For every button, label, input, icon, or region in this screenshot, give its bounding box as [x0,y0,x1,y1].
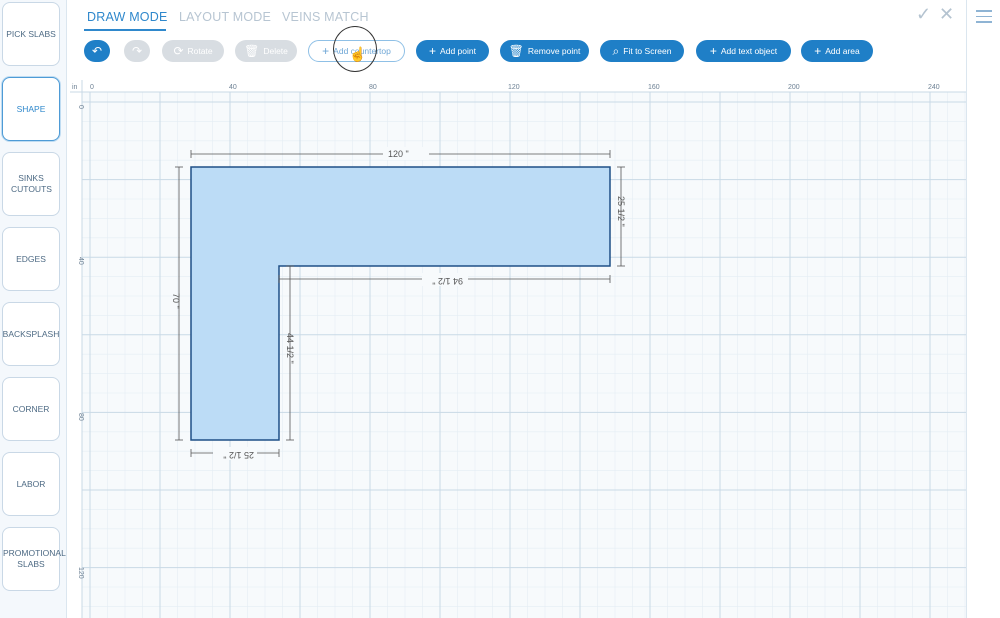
sidebar-item-label: BACKSPLASH [2,328,60,339]
sidebar-item-label: EDGES [16,253,46,264]
redo-icon: ↷ [131,44,143,58]
redo-button[interactable]: ↷ [124,40,150,62]
rotate-button[interactable]: ⟳ Rotate [162,40,224,62]
hand-cursor-icon: ☝ [349,46,367,62]
menu-icon[interactable] [976,10,992,23]
trash-icon: 🗑 [244,44,260,58]
active-tab-indicator [84,29,166,31]
remove-point-button[interactable]: 🗑 Remove point [500,40,589,62]
dimension-inner-horizontal[interactable]: 94 1/2 " [432,276,463,286]
dimension-top[interactable]: 120 " [388,149,409,159]
tab-layout-mode[interactable]: LAYOUT MODE [179,10,271,24]
sidebar-item-label: PROMOTIONAL SLABS [3,548,66,569]
ruler-y-label: 0 [77,105,84,109]
close-icon[interactable]: ✕ [939,4,954,25]
sidebar-item-shape[interactable]: SHAPE [2,77,60,141]
undo-button[interactable]: ↶ [84,40,110,62]
ruler-unit: in [72,84,78,91]
tab-draw-mode[interactable]: DRAW MODE [87,10,168,24]
plus-icon: + [814,44,822,58]
check-icon[interactable]: ✓ [916,4,931,25]
ruler-x-label: 240 [928,84,940,91]
ruler-y-label: 120 [77,567,84,579]
ruler-x-label: 80 [369,84,377,91]
add-text-object-label: Add text object [720,46,778,56]
sidebar-item-label: PICK SLABS [6,28,56,39]
add-point-label: Add point [440,46,476,56]
dimension-bottom[interactable]: 25 1/2 " [223,450,254,460]
ruler-x-label: 40 [229,84,237,91]
sidebar-item-backsplash[interactable]: BACKSPLASH [2,302,60,366]
left-ruler [70,80,82,618]
sidebar-item-edges[interactable]: EDGES [2,227,60,291]
trash-icon: 🗑 [508,44,524,58]
plus-icon: + [709,44,717,58]
sidebar-item-label: CORNER [12,403,50,414]
fit-to-screen-label: Fit to Screen [623,46,672,56]
sidebar-item-sinks-cutouts[interactable]: SINKS CUTOUTS [2,152,60,216]
remove-point-label: Remove point [527,46,581,56]
ruler-x-label: 0 [90,84,94,91]
dimension-inner-vertical[interactable]: 44 1/2 " [285,333,295,364]
delete-button[interactable]: 🗑 Delete [235,40,297,62]
sidebar-item-labor[interactable]: LABOR [2,452,60,516]
sidebar-item-pick-slabs[interactable]: PICK SLABS [2,2,60,66]
rotate-label: Rotate [187,46,213,56]
add-area-label: Add area [825,46,860,56]
delete-label: Delete [263,46,288,56]
ruler-y-label: 80 [77,413,84,421]
rotate-icon: ⟳ [173,44,184,58]
add-area-button[interactable]: + Add area [801,40,873,62]
add-text-object-button[interactable]: + Add text object [696,40,791,62]
search-icon: ⌕ [612,44,620,58]
left-sidebar: PICK SLABS SHAPE SINKS CUTOUTS EDGES BAC… [0,0,67,618]
sidebar-item-label: SHAPE [16,103,46,114]
right-panel [966,0,1000,618]
sidebar-item-label: SINKS CUTOUTS [11,173,52,194]
canvas-svg[interactable]: in 0 40 80 120 160 200 240 0 40 80 120 1… [70,80,966,618]
undo-icon: ↶ [91,44,103,58]
add-point-button[interactable]: + Add point [416,40,489,62]
dimension-right[interactable]: 25 1/2 " [616,196,626,227]
sidebar-item-corner[interactable]: CORNER [2,377,60,441]
plus-icon: + [322,44,330,58]
ruler-x-label: 200 [788,84,800,91]
tab-veins-match[interactable]: VEINS MATCH [282,10,369,24]
ruler-x-label: 120 [508,84,520,91]
sidebar-item-promotional-slabs[interactable]: PROMOTIONAL SLABS [2,527,66,591]
drawing-canvas[interactable]: in 0 40 80 120 160 200 240 0 40 80 120 1… [70,80,966,618]
plus-icon: + [429,44,437,58]
fit-to-screen-button[interactable]: ⌕ Fit to Screen [600,40,684,62]
sidebar-item-label: LABOR [16,478,46,489]
ruler-y-label: 40 [77,257,84,265]
ruler-x-label: 160 [648,84,660,91]
dimension-left[interactable]: 70 " [171,293,181,309]
